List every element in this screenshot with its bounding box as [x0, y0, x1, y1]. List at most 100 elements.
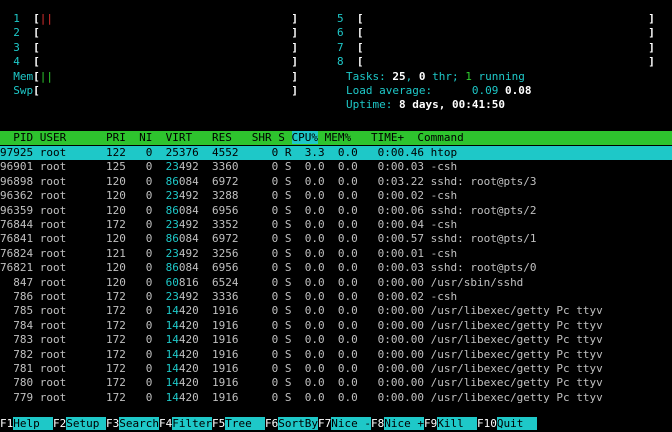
- process-row[interactable]: 96901 root 125 0 23492 3360 0 S 0.0 0.0 …: [0, 160, 457, 174]
- process-pid: 779: [0, 390, 34, 404]
- process-mem: 0.0: [331, 160, 358, 174]
- cpu-meter-5: 5 [ ]: [337, 12, 655, 25]
- process-cpu: 0.0: [298, 290, 325, 303]
- col-user[interactable]: USER: [40, 131, 67, 144]
- process-row[interactable]: 76844 root 172 0 23492 3352 0 S 0.0 0.0 …: [0, 218, 457, 232]
- col-virt[interactable]: VIRT: [166, 131, 193, 144]
- load-average: Load average: 0.09 0.08: [346, 84, 532, 97]
- col-cpu[interactable]: CPU%: [291, 131, 318, 144]
- fkey-label-search[interactable]: Search: [119, 417, 159, 430]
- process-command: sshd: root@pts/2: [430, 203, 537, 217]
- process-row[interactable]: 785 root 172 0 14420 1916 0 S 0.0 0.0 0:…: [0, 304, 603, 318]
- process-cpu: 0.0: [298, 318, 325, 332]
- process-mem: 0.0: [331, 146, 358, 159]
- col-shr[interactable]: SHR: [252, 131, 272, 144]
- swp-meter: Swp[ ]: [13, 84, 299, 97]
- process-user: root: [39, 189, 100, 203]
- process-row[interactable]: 782 root 172 0 14420 1916 0 S 0.0 0.0 0:…: [0, 348, 603, 362]
- process-row[interactable]: 783 root 172 0 14420 1916 0 S 0.0 0.0 0:…: [0, 333, 603, 347]
- process-user: root: [39, 246, 100, 260]
- fkey-label-sortby[interactable]: SortBy: [278, 417, 318, 430]
- mem-meter: Mem[|| ]: [13, 69, 299, 83]
- fkey-f10[interactable]: F10: [477, 417, 497, 430]
- process-res: 3360: [205, 160, 239, 174]
- fkey-f6[interactable]: F6: [265, 417, 279, 430]
- process-time: 0:00.57: [364, 232, 424, 246]
- process-command: /usr/libexec/getty Pc ttyv: [430, 304, 603, 318]
- fkey-f9[interactable]: F9: [424, 417, 438, 430]
- col-pid[interactable]: PID: [13, 131, 33, 144]
- process-mem: 0.0: [331, 390, 358, 404]
- col-mem[interactable]: MEM%: [325, 131, 352, 144]
- process-shr: 0: [245, 347, 279, 361]
- process-ni: 0: [132, 246, 153, 260]
- process-row[interactable]: 781 root 172 0 14420 1916 0 S 0.0 0.0 0:…: [0, 362, 603, 376]
- process-row[interactable]: 76821 root 120 0 86084 6956 0 S 0.0 0.0 …: [0, 261, 537, 275]
- fkey-label-nice[interactable]: Nice +: [384, 417, 424, 430]
- process-cpu: 0.0: [298, 246, 325, 260]
- cpu-meter-7: 7 [ ]: [337, 40, 655, 54]
- fkey-label-quit[interactable]: Quit: [496, 417, 537, 430]
- fkey-label-setup[interactable]: Setup: [66, 417, 106, 430]
- fkey-f3[interactable]: F3: [106, 417, 120, 430]
- process-row[interactable]: 76841 root 120 0 86084 6972 0 S 0.0 0.0 …: [0, 232, 537, 246]
- fkey-label-help[interactable]: Help: [13, 417, 53, 430]
- process-shr: 0: [245, 160, 279, 174]
- process-cpu: 0.0: [298, 347, 325, 361]
- col-time[interactable]: TIME+: [371, 131, 404, 144]
- process-command: -csh: [430, 189, 458, 203]
- process-row[interactable]: 780 root 172 0 14420 1916 0 S 0.0 0.0 0:…: [0, 376, 603, 390]
- process-command: /usr/sbin/sshd: [430, 275, 524, 289]
- process-res: 1916: [205, 362, 239, 375]
- process-command: -csh: [430, 160, 458, 174]
- process-shr: 0: [245, 376, 279, 390]
- process-command: sshd: root@pts/0: [430, 261, 537, 275]
- htop-terminal: 1 [|| ] 5 [ ] 2 [ ] 6 [ ] 3 [] 7 [] 4 …: [0, 0, 672, 432]
- process-command: /usr/libexec/getty Pc ttyv: [430, 362, 603, 375]
- fkey-f4[interactable]: F4: [159, 417, 173, 430]
- process-mem: 0.0: [331, 261, 358, 275]
- process-command: /usr/libexec/getty Pc ttyv: [430, 347, 603, 361]
- process-ni: 0: [132, 304, 153, 318]
- process-row[interactable]: 96359 root 120 0 86084 6956 0 S 0.0 0.0 …: [0, 204, 537, 218]
- fkey-label-nice[interactable]: Nice -: [331, 417, 371, 430]
- process-time: 0:00.00: [364, 275, 424, 289]
- process-res: 6956: [205, 261, 239, 275]
- process-virt: 86084: [158, 261, 199, 275]
- fkey-label-filter[interactable]: Filter: [172, 417, 212, 430]
- process-row[interactable]: 847 root 120 0 60816 6524 0 S 0.0 0.0 0:…: [0, 276, 523, 290]
- process-row[interactable]: 97925 root 122 0 25376 4552 0 R 3.3 0.0 …: [0, 146, 672, 161]
- fkey-f8[interactable]: F8: [371, 417, 385, 430]
- process-res: 1916: [205, 318, 239, 332]
- col-pri[interactable]: PRI: [106, 131, 126, 144]
- process-table-header[interactable]: PID USER PRI NI VIRT RES SHR S CPU% MEM%…: [0, 131, 672, 146]
- fkey-f2[interactable]: F2: [53, 417, 67, 430]
- col-state[interactable]: S: [278, 131, 285, 144]
- process-pri: 121: [105, 246, 126, 260]
- process-row[interactable]: 96898 root 120 0 86084 6972 0 S 0.0 0.0 …: [0, 175, 537, 189]
- process-res: 6524: [205, 275, 239, 289]
- fkey-f1[interactable]: F1: [0, 417, 14, 430]
- process-row[interactable]: 96362 root 120 0 23492 3288 0 S 0.0 0.0 …: [0, 189, 457, 203]
- process-time: 0:00.03: [364, 160, 424, 174]
- process-row[interactable]: 779 root 172 0 14420 1916 0 S 0.0 0.0 0:…: [0, 391, 603, 405]
- col-res[interactable]: RES: [212, 131, 232, 144]
- fkey-label-tree[interactable]: Tree: [225, 417, 265, 430]
- fkey-label-kill[interactable]: Kill: [437, 417, 477, 430]
- process-row[interactable]: 786 root 172 0 23492 3336 0 S 0.0 0.0 0:…: [0, 290, 457, 304]
- process-res: 6972: [205, 174, 239, 188]
- process-mem: 0.0: [331, 376, 358, 390]
- cpu-meter-6: 6 [ ]: [337, 26, 655, 40]
- col-command[interactable]: Command: [417, 131, 463, 144]
- process-pri: 120: [105, 203, 126, 217]
- col-ni[interactable]: NI: [139, 131, 152, 144]
- process-ni: 0: [132, 189, 153, 203]
- process-row[interactable]: 784 root 172 0 14420 1916 0 S 0.0 0.0 0:…: [0, 319, 603, 333]
- process-res: 4552: [205, 146, 239, 159]
- fkey-f7[interactable]: F7: [318, 417, 332, 430]
- process-user: root: [39, 275, 100, 289]
- process-row[interactable]: 76824 root 121 0 23492 3256 0 S 0.0 0.0 …: [0, 247, 457, 261]
- process-pid: 785: [0, 304, 34, 318]
- fkey-f5[interactable]: F5: [212, 417, 226, 430]
- process-ni: 0: [132, 160, 153, 174]
